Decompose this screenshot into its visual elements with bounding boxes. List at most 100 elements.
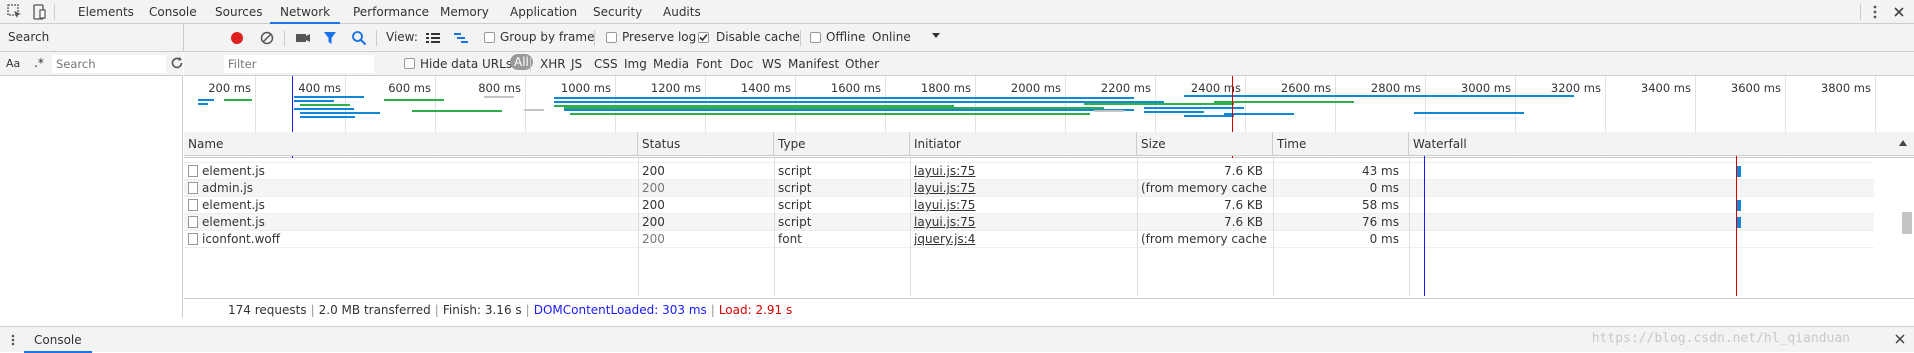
table-row-partial	[184, 156, 1874, 163]
initiator-link[interactable]: jquery.js:4	[914, 232, 975, 246]
cell-name: element.js	[184, 214, 632, 231]
load-time: Load: 2.91 s	[718, 303, 793, 317]
column-header-size[interactable]: Size	[1137, 132, 1273, 156]
file-icon	[188, 165, 198, 177]
cell-time: 43 ms	[1361, 164, 1399, 178]
filter-type-xhr[interactable]: XHR	[540, 57, 566, 71]
cell-initiator[interactable]: jquery.js:4	[910, 231, 1131, 248]
request-name[interactable]: element.js	[202, 164, 265, 178]
filter-type-media[interactable]: Media	[653, 57, 689, 71]
filter-type-manifest[interactable]: Manifest	[788, 57, 839, 71]
column-header-initiator[interactable]: Initiator	[910, 132, 1137, 156]
tab-security[interactable]: Security	[583, 0, 652, 24]
close-drawer-icon[interactable]	[1894, 333, 1906, 345]
request-name[interactable]: element.js	[202, 215, 265, 229]
tab-elements[interactable]: Elements	[68, 0, 144, 24]
search-icon[interactable]	[350, 29, 368, 47]
drawer-menu-icon[interactable]	[8, 333, 18, 347]
filter-type-img[interactable]: Img	[624, 57, 647, 71]
disable-cache-checkbox[interactable]	[698, 32, 709, 43]
transferred-size: 2.0 MB transferred	[318, 303, 431, 317]
toolbar-divider	[594, 30, 595, 46]
table-row[interactable]: iconfont.woff 200 font jquery.js:4 (from mem…	[184, 231, 1874, 248]
console-drawer: Console https://blog.csdn.net/hl_qiandua…	[0, 326, 1914, 353]
tab-application[interactable]: Application	[500, 0, 587, 24]
tab-network[interactable]: Network	[270, 0, 341, 24]
close-devtools-icon[interactable]	[1890, 3, 1908, 21]
tab-console[interactable]: Console	[139, 0, 207, 24]
tab-sources[interactable]: Sources	[205, 0, 272, 24]
cell-initiator[interactable]: layui.js:75	[910, 197, 1131, 214]
cell-size: 7.6 KB	[1224, 215, 1263, 229]
regex-toggle[interactable]: .*	[34, 56, 44, 70]
filter-type-js[interactable]: JS	[571, 57, 582, 71]
table-scrollbar-thumb[interactable]	[1902, 212, 1912, 234]
dom-content-loaded-time: DOMContentLoaded: 303 ms	[533, 303, 707, 317]
initiator-link[interactable]: layui.js:75	[914, 198, 975, 212]
filter-type-doc[interactable]: Doc	[730, 57, 753, 71]
cell-initiator[interactable]: layui.js:75	[910, 214, 1131, 231]
clear-icon[interactable]	[258, 29, 276, 47]
cell-size: (from memory cache)	[1141, 181, 1267, 195]
device-toolbar-icon[interactable]	[30, 3, 48, 21]
offline-label: Offline	[826, 30, 866, 44]
throttle-select[interactable]: Online	[872, 30, 911, 44]
table-row[interactable]: admin.js 200 script layui.js:75 (from memory…	[184, 180, 1874, 197]
cell-initiator[interactable]: layui.js:75	[910, 180, 1131, 197]
toolbar-divider	[54, 4, 55, 20]
sort-ascending-icon[interactable]	[1898, 138, 1908, 148]
cell-size: 7.6 KB	[1224, 164, 1263, 178]
table-row[interactable]: element.js 200 script layui.js:75 7.6 KB 58 m…	[184, 197, 1874, 214]
offline-checkbox[interactable]	[810, 32, 821, 43]
filter-type-css[interactable]: CSS	[594, 57, 618, 71]
column-divider	[774, 156, 775, 296]
table-row[interactable]: element.js 200 script layui.js:75 7.6 KB 76 m…	[184, 214, 1874, 231]
requests-table: Name Status Type Initiator Size Time Wat…	[184, 132, 1914, 296]
column-header-status[interactable]: Status	[638, 132, 774, 156]
table-row[interactable]: element.js 200 script layui.js:75 7.6 KB 43 m…	[184, 163, 1874, 180]
inspect-element-icon[interactable]	[6, 3, 24, 21]
search-input[interactable]	[52, 55, 166, 73]
refresh-icon[interactable]	[170, 56, 184, 70]
initiator-link[interactable]: layui.js:75	[914, 164, 975, 178]
filter-type-ws[interactable]: WS	[762, 57, 781, 71]
request-name[interactable]: element.js	[202, 198, 265, 212]
initiator-link[interactable]: layui.js:75	[914, 181, 975, 195]
search-toolbar: Aa .*	[0, 52, 183, 76]
large-rows-icon[interactable]	[424, 29, 442, 47]
camera-icon[interactable]	[294, 29, 312, 47]
tab-performance[interactable]: Performance	[343, 0, 439, 24]
cell-initiator[interactable]: layui.js:75	[910, 163, 1131, 180]
cell-status: 200	[642, 215, 665, 229]
watermark-text: https://blog.csdn.net/hl_qianduan	[1591, 331, 1850, 346]
request-name[interactable]: iconfont.woff	[202, 232, 280, 246]
filter-input[interactable]	[224, 55, 374, 73]
column-header-name[interactable]: Name	[184, 132, 638, 156]
tab-memory[interactable]: Memory	[430, 0, 499, 24]
chevron-down-icon[interactable]	[931, 28, 941, 42]
group-by-frame-label: Group by frame	[500, 30, 595, 44]
drawer-tab-console[interactable]: Console	[24, 327, 92, 353]
tab-audits[interactable]: Audits	[653, 0, 711, 24]
column-header-type[interactable]: Type	[774, 132, 910, 156]
request-name[interactable]: admin.js	[202, 181, 253, 195]
filter-type-font[interactable]: Font	[696, 57, 722, 71]
cell-type: font	[778, 232, 802, 246]
waterfall-overview-icon[interactable]	[452, 29, 470, 47]
record-icon[interactable]	[228, 29, 246, 47]
network-status-bar: 174 requests | 2.0 MB transferred | Finish: …	[184, 298, 1914, 320]
filter-type-other[interactable]: Other	[845, 57, 879, 71]
hide-data-urls-checkbox[interactable]	[404, 58, 415, 69]
column-header-time[interactable]: Time	[1273, 132, 1409, 156]
initiator-link[interactable]: layui.js:75	[914, 215, 975, 229]
preserve-log-checkbox[interactable]	[606, 32, 617, 43]
cell-status: 200	[642, 164, 665, 178]
filter-icon[interactable]	[321, 29, 339, 47]
cell-type: script	[778, 164, 812, 178]
cell-name: iconfont.woff	[184, 231, 632, 248]
match-case-toggle[interactable]: Aa	[6, 57, 20, 70]
cell-time: 58 ms	[1361, 198, 1399, 212]
column-header-waterfall[interactable]: Waterfall	[1409, 132, 1914, 156]
group-by-frame-checkbox[interactable]	[484, 32, 495, 43]
more-menu-icon[interactable]	[1866, 3, 1884, 21]
